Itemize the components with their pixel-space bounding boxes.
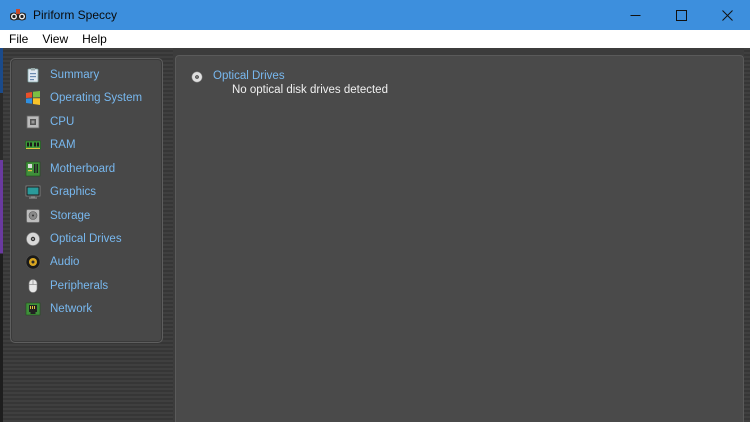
sidebar-item-network[interactable]: Network [14,299,159,319]
window-controls [612,0,750,30]
minimize-button[interactable] [612,0,658,30]
sidebar-item-label: Storage [50,210,91,222]
sidebar-item-motherboard[interactable]: Motherboard [14,159,159,179]
sidebar-item-label: RAM [50,139,76,151]
summary-icon [25,67,41,83]
ram-module-icon [25,137,41,153]
motherboard-icon [25,161,41,177]
window-title: Piriform Speccy [33,8,118,22]
windows-logo-icon [25,90,41,106]
section-title: Optical Drives [213,70,285,82]
maximize-button[interactable] [658,0,704,30]
cpu-chip-icon [25,114,41,130]
mouse-icon [25,278,41,294]
section-header: Optical Drives [191,68,285,84]
sidebar-item-label: Audio [50,256,80,268]
sidebar-item-storage[interactable]: Storage [14,206,159,226]
sidebar-item-summary[interactable]: Summary [14,65,159,85]
title-bar[interactable]: Piriform Speccy [0,0,750,30]
menu-file[interactable]: File [5,30,34,48]
close-button[interactable] [704,0,750,30]
optical-disc-icon [191,70,203,83]
sidebar-item-operating-system[interactable]: Operating System [14,88,159,108]
sidebar-item-label: Motherboard [50,163,116,175]
menu-view[interactable]: View [38,30,74,48]
sidebar-item-cpu[interactable]: CPU [14,112,159,132]
sidebar-item-label: Network [50,303,93,315]
sidebar-item-label: Graphics [50,186,97,198]
sidebar-item-label: Operating System [50,92,143,104]
speccy-app-icon [9,6,27,24]
monitor-icon [25,184,41,200]
sidebar-item-graphics[interactable]: Graphics [14,182,159,202]
right-edge [744,48,750,422]
menu-bar: File View Help [0,30,750,48]
speaker-icon [25,254,41,270]
no-drives-message: No optical disk drives detected [232,84,388,96]
sidebar-item-label: CPU [50,116,75,128]
minimize-icon [630,14,640,16]
close-icon [721,9,733,21]
sidebar-item-label: Summary [50,69,100,81]
sidebar-item-peripherals[interactable]: Peripherals [14,276,159,296]
sidebar-item-optical-drives[interactable]: Optical Drives [14,229,159,249]
maximize-icon [675,9,687,21]
menu-help[interactable]: Help [78,30,113,48]
sidebar-item-label: Peripherals [50,280,109,292]
details-pane [175,55,744,422]
optical-disc-icon [25,231,41,247]
network-icon [25,301,41,317]
sidebar-item-label: Optical Drives [50,233,122,245]
sidebar-item-ram[interactable]: RAM [14,135,159,155]
hard-drive-icon [25,208,41,224]
sidebar-item-audio[interactable]: Audio [14,252,159,272]
